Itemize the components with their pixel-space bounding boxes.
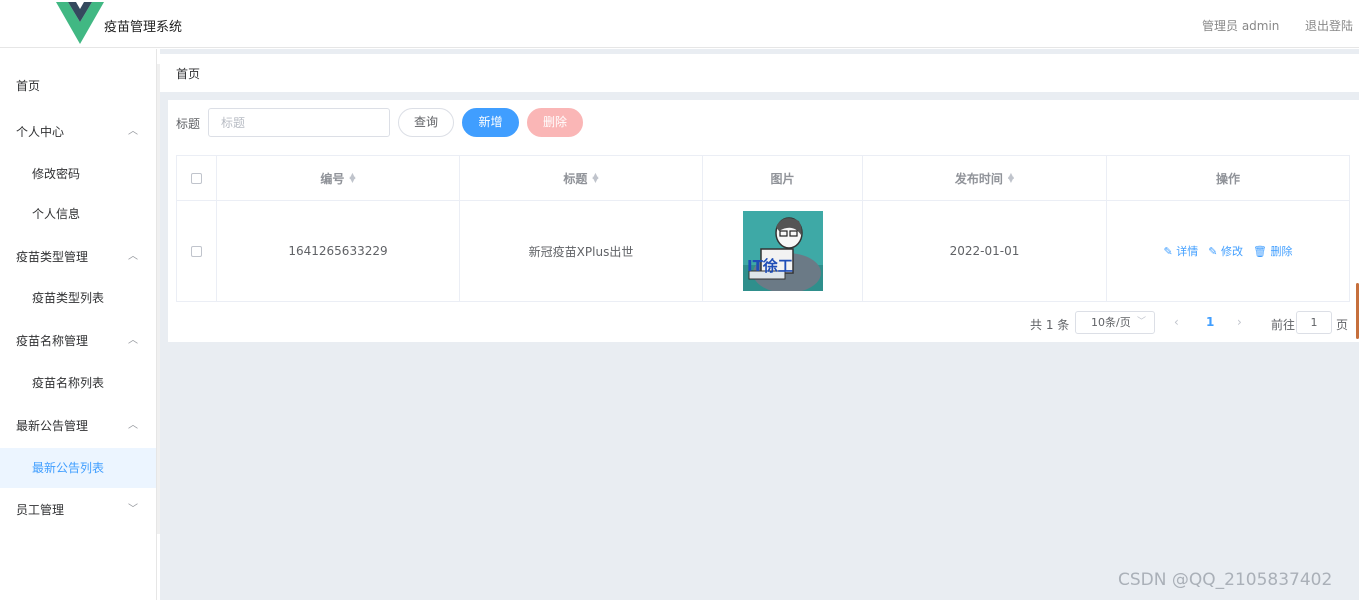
delete-label: 删除	[1270, 245, 1293, 258]
column-header-label: 标题	[563, 171, 588, 186]
edit-label: 修改	[1220, 245, 1243, 258]
cell-id: 1641265633229	[217, 201, 460, 301]
sidebar-item-label: 员工管理	[16, 503, 65, 517]
list-card: 标题 查询 新增 删除 编号 ▲▼ 标题 ▲▼ 图片 发布时间 ▲▼	[168, 100, 1359, 342]
thumbnail-text: IT徐工	[747, 257, 793, 275]
sort-icon[interactable]: ▲ ▼	[1008, 172, 1014, 184]
add-button[interactable]: 新增	[462, 108, 519, 137]
column-header-label: 操作	[1215, 171, 1240, 186]
goto-page-input[interactable]	[1296, 311, 1332, 334]
sidebar-item-label: 修改密码	[32, 167, 81, 181]
sidebar-item-vaccine-name-list[interactable]: 疫苗名称列表	[0, 363, 156, 403]
breadcrumb-bar: 首页	[160, 54, 1359, 92]
sidebar-item-change-password[interactable]: 修改密码	[0, 154, 156, 194]
sidebar-item-home[interactable]: 首页	[0, 66, 156, 106]
edit-icon: ✎	[1163, 245, 1173, 258]
sidebar-item-notice-list[interactable]: 最新公告列表	[0, 448, 156, 488]
sidebar: 首页 个人中心 ︿ 修改密码 个人信息 疫苗类型管理 ︿ 疫苗类型列表 疫苗名称…	[0, 49, 157, 600]
batch-delete-button[interactable]: 删除	[527, 108, 583, 137]
goto-label: 前往	[1271, 318, 1296, 332]
column-header-actions: 操作	[1107, 156, 1349, 200]
app-title: 疫苗管理系统	[104, 20, 183, 35]
trash-icon: 🗑	[1252, 245, 1267, 258]
detail-link[interactable]: ✎ 详情	[1164, 243, 1199, 259]
page-number[interactable]: 1	[1206, 315, 1214, 329]
detail-label: 详情	[1176, 245, 1199, 258]
chevron-up-icon: ︿	[128, 420, 138, 431]
prev-page-icon[interactable]: ‹	[1174, 315, 1179, 329]
sidebar-item-vaccine-type-list[interactable]: 疫苗类型列表	[0, 278, 156, 318]
column-header-image: 图片	[703, 156, 863, 200]
admin-label: 管理员 admin	[1202, 19, 1280, 33]
column-header-date[interactable]: 发布时间 ▲ ▼	[863, 156, 1107, 200]
sidebar-item-personal-info[interactable]: 个人信息	[0, 194, 156, 234]
column-header-title[interactable]: 标题 ▲ ▼	[460, 156, 703, 200]
column-header-label: 发布时间	[954, 171, 1003, 186]
sort-icon[interactable]: ▲ ▼	[592, 172, 598, 184]
chevron-down-icon: ﹀	[128, 504, 138, 515]
sidebar-item-label: 疫苗类型管理	[16, 250, 89, 264]
vue-logo-icon	[56, 2, 104, 44]
row-select-cell	[177, 201, 217, 301]
top-header: 疫苗管理系统 管理员 admin 退出登陆	[0, 0, 1359, 48]
chevron-up-icon: ︿	[128, 126, 138, 137]
sidebar-item-label: 首页	[16, 79, 41, 93]
sidebar-item-vaccine-type-mgmt[interactable]: 疫苗类型管理 ︿	[0, 237, 156, 277]
sidebar-item-label: 疫苗名称管理	[16, 334, 89, 348]
row-checkbox[interactable]	[191, 245, 202, 257]
delete-link[interactable]: 🗑 删除	[1253, 243, 1292, 259]
watermark: CSDN @QQ_2105837402	[1118, 570, 1333, 590]
column-header-id[interactable]: 编号 ▲ ▼	[217, 156, 460, 200]
notice-thumbnail-image[interactable]: IT徐工	[742, 211, 823, 291]
sidebar-item-personal-center[interactable]: 个人中心 ︿	[0, 112, 156, 152]
cell-actions: ✎ 详情 ✎ 修改 🗑 删除	[1107, 201, 1349, 301]
column-header-label: 编号	[320, 171, 345, 186]
sidebar-item-label: 疫苗名称列表	[32, 376, 105, 390]
sidebar-item-label: 最新公告列表	[32, 461, 105, 475]
breadcrumb[interactable]: 首页	[176, 65, 200, 82]
page-size-value: 10条/页	[1091, 316, 1131, 329]
select-all-checkbox[interactable]	[191, 172, 202, 184]
search-label: 标题	[176, 117, 201, 131]
page-size-select[interactable]: 10条/页 ﹀	[1075, 311, 1155, 334]
query-button[interactable]: 查询	[398, 108, 454, 137]
select-all-cell	[177, 156, 217, 200]
logout-link[interactable]: 退出登陆	[1305, 17, 1353, 34]
page-unit-label: 页	[1336, 318, 1349, 332]
pagination: 共 1 条 10条/页 ﹀ ‹ 1 › 前往 页	[168, 311, 1359, 335]
sidebar-item-label: 疫苗类型列表	[32, 291, 105, 305]
sidebar-item-label: 个人信息	[32, 207, 81, 221]
sidebar-item-notice-mgmt[interactable]: 最新公告管理 ︿	[0, 406, 156, 446]
column-header-label: 图片	[770, 171, 795, 186]
chevron-up-icon: ︿	[128, 335, 138, 346]
edit-icon: ✎	[1208, 245, 1218, 258]
sidebar-item-label: 最新公告管理	[16, 419, 89, 433]
total-count: 共 1 条	[1030, 318, 1070, 332]
sidebar-item-vaccine-name-mgmt[interactable]: 疫苗名称管理 ︿	[0, 321, 156, 361]
next-page-icon[interactable]: ›	[1237, 315, 1242, 329]
chevron-up-icon: ︿	[128, 251, 138, 262]
chevron-down-icon: ﹀	[1136, 317, 1146, 327]
title-search-input[interactable]	[208, 108, 390, 137]
cell-title: 新冠疫苗XPlus出世	[460, 201, 703, 301]
edit-link[interactable]: ✎ 修改	[1208, 243, 1243, 259]
cell-date: 2022-01-01	[863, 201, 1107, 301]
notice-table: 编号 ▲ ▼ 标题 ▲ ▼ 图片 发布时间 ▲ ▼ 操作 16412656332…	[176, 155, 1350, 302]
sidebar-item-staff-mgmt[interactable]: 员工管理 ﹀	[0, 490, 156, 530]
sidebar-item-label: 个人中心	[16, 125, 65, 139]
cell-image: IT徐工	[703, 201, 863, 301]
sort-icon[interactable]: ▲ ▼	[349, 172, 355, 184]
